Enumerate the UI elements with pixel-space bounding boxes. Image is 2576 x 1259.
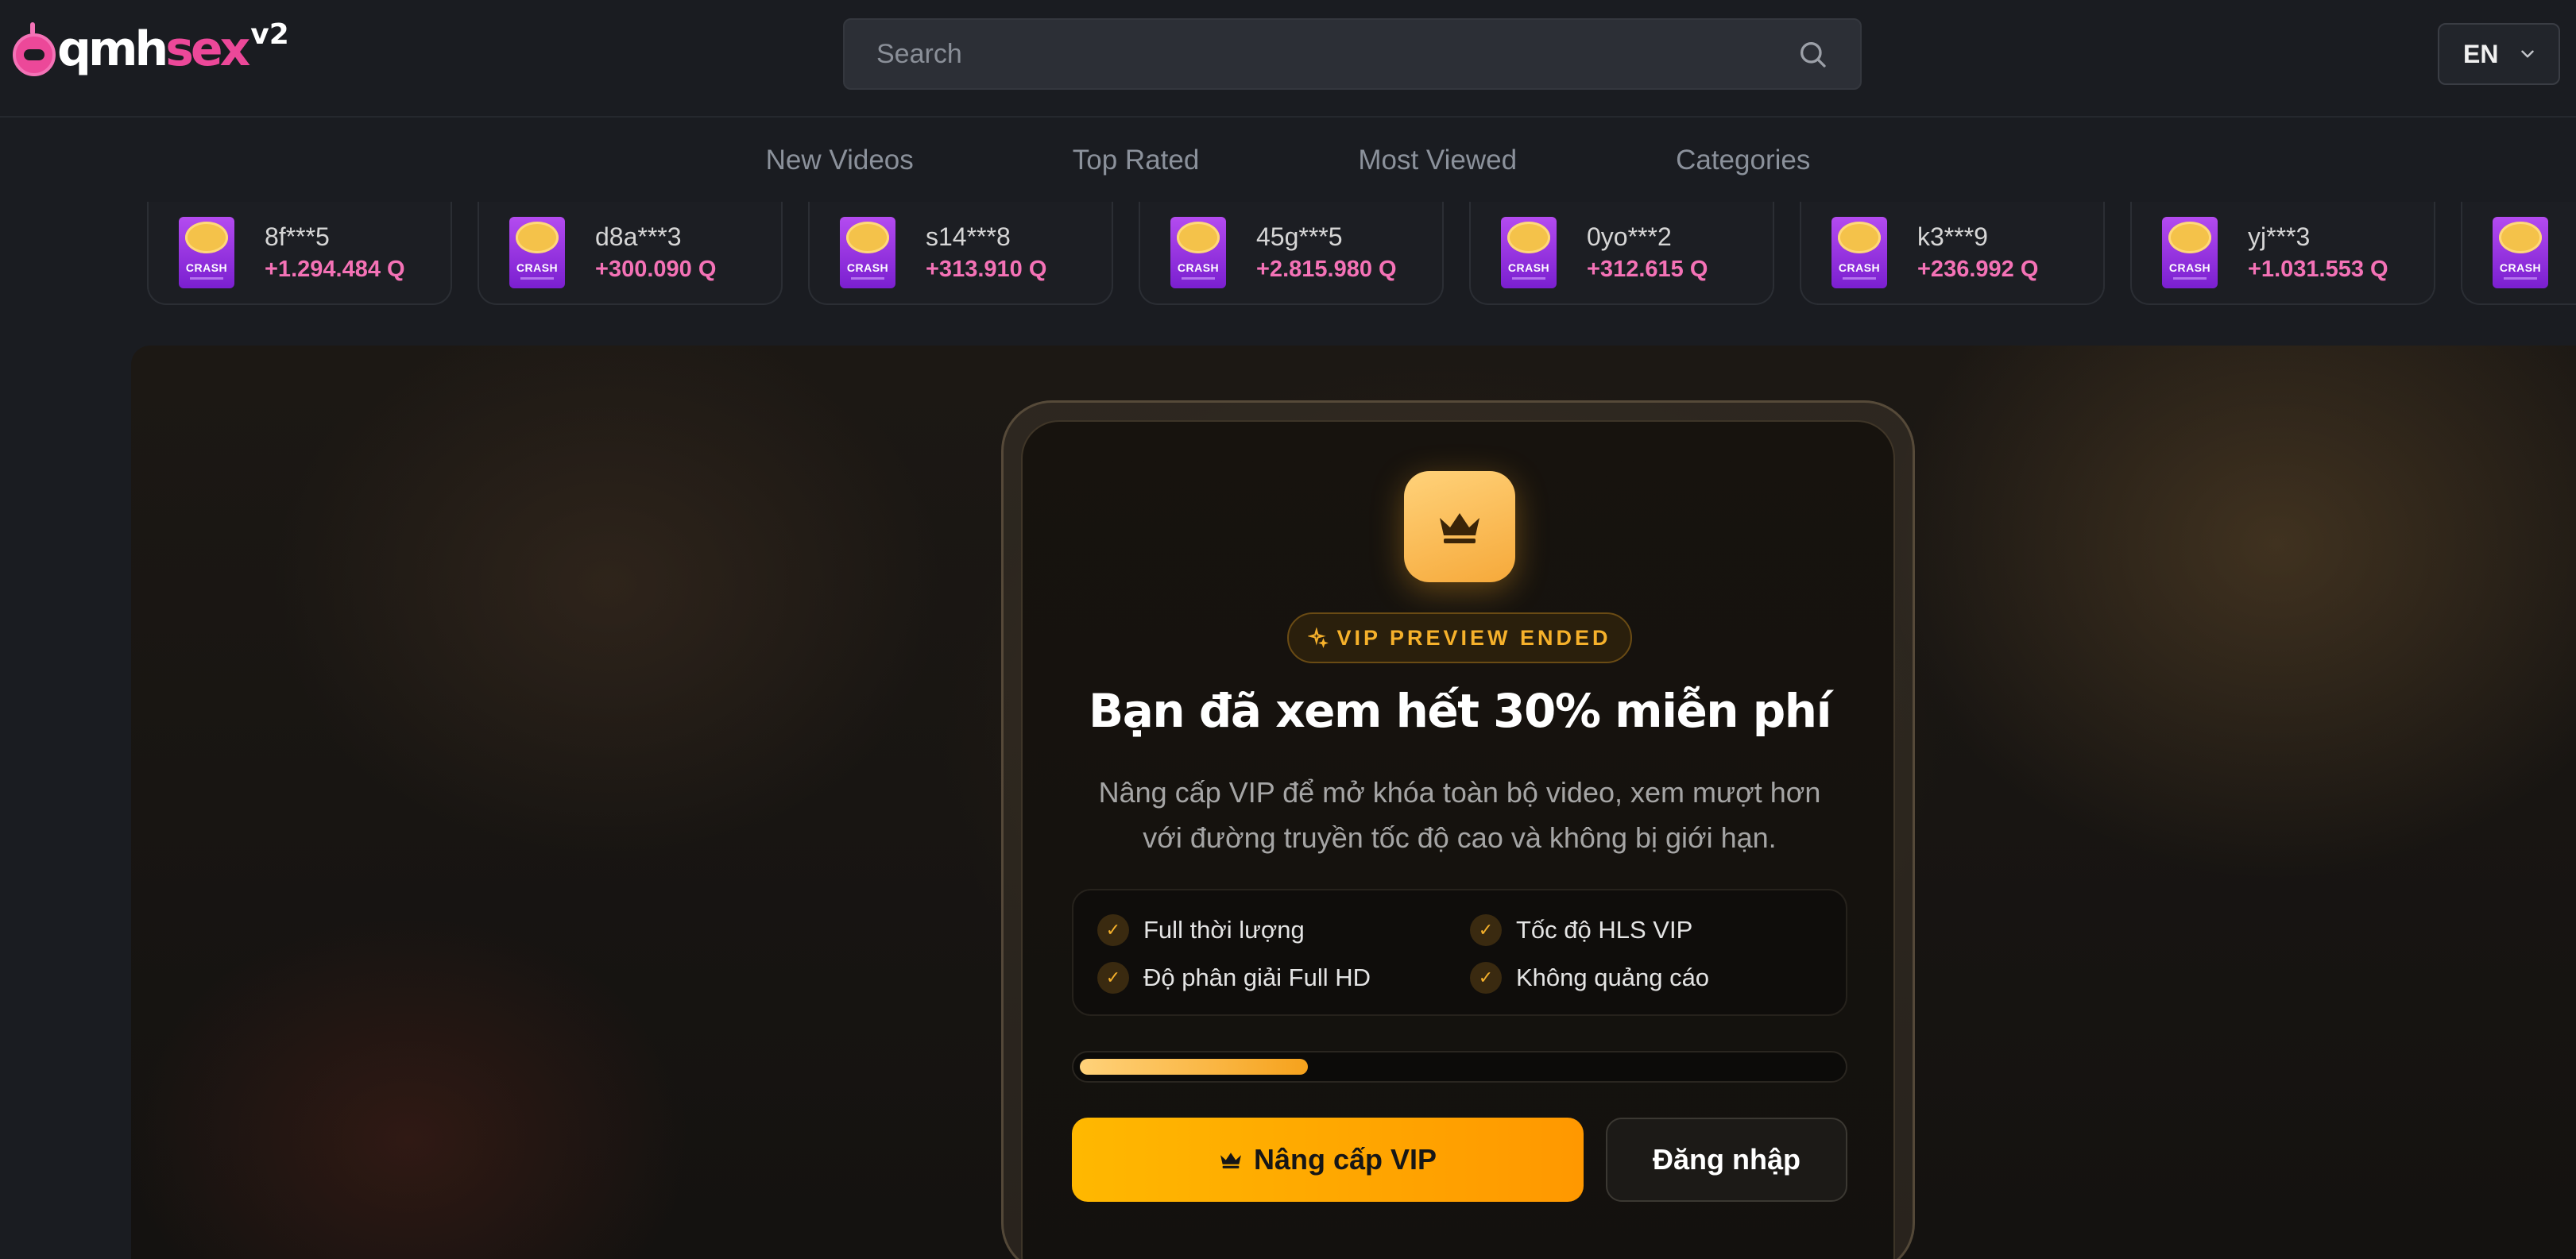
ticker-item[interactable]: CRASH yj***3 +1.031.553 Q [2130,202,2435,305]
ticker-user: 45g***5 [1256,222,1343,251]
ticker-amount: +313.910 Q [926,257,1047,282]
check-icon: ✓ [1470,914,1502,946]
feature-label: Không quảng cáo [1516,964,1710,991]
crash-game-thumbnail: CRASH [179,217,234,288]
nav-new-videos[interactable]: New Videos [766,145,914,176]
logo-text-main: qmh [57,21,168,77]
crash-game-thumbnail: CRASH [509,217,565,288]
ticker-item[interactable]: CRASH d8a***3 +300.090 Q [478,202,783,305]
game-label: CRASH [1838,261,1881,274]
vip-paywall-card: VIP PREVIEW ENDED Bạn đã xem hết 30% miễ… [1021,420,1895,1259]
vip-paywall-overlay: VIP PREVIEW ENDED Bạn đã xem hết 30% miễ… [1001,400,1915,1259]
upgrade-vip-button[interactable]: Nâng cấp VIP [1072,1118,1584,1202]
ticker-user: 8f***5 [265,222,330,251]
nav-categories[interactable]: Categories [1676,145,1810,176]
ticker-item[interactable]: CRASH k3***9 +236.992 Q [1800,202,2105,305]
description-line-1: Nâng cấp VIP để mở khóa toàn bộ video, x… [1098,776,1821,809]
ticker-item[interactable]: CRASH 0yo***2 +312.615 Q [1469,202,1774,305]
check-icon: ✓ [1097,962,1129,994]
ticker-item[interactable]: CRASH [2461,202,2576,305]
paywall-title: Bạn đã xem hết 30% miễn phí [1089,684,1831,738]
feature-item: ✓ Full thời lượng [1097,914,1305,946]
feature-item: ✓ Không quảng cáo [1470,962,1709,994]
crash-game-thumbnail: CRASH [840,217,895,288]
paywall-description: Nâng cấp VIP để mở khóa toàn bộ video, x… [1078,770,1841,860]
crown-icon [1220,1153,1241,1168]
ticker-item[interactable]: CRASH 8f***5 +1.294.484 Q [147,202,452,305]
preview-progress-fill [1080,1059,1308,1075]
crash-game-thumbnail: CRASH [1831,217,1887,288]
site-header: qmh sex v2 EN [0,0,2576,118]
badge-label: VIP PREVIEW ENDED [1336,625,1611,650]
login-button[interactable]: Đăng nhập [1606,1118,1847,1202]
logo-text-accent: sex [165,21,250,77]
ticker-user: 0yo***2 [1587,222,1672,251]
sparkle-icon [1308,628,1329,648]
check-icon: ✓ [1470,962,1502,994]
ticker-user: d8a***3 [595,222,682,251]
ticker-item[interactable]: CRASH s14***8 +313.910 Q [808,202,1113,305]
ticker-user: k3***9 [1917,222,1988,251]
chevron-down-icon [2521,50,2534,58]
game-label: CRASH [846,261,889,274]
language-selector[interactable]: EN [2438,23,2560,85]
main-nav: New Videos Top Rated Most Viewed Categor… [0,119,2576,202]
game-label: CRASH [2168,261,2211,274]
ticker-amount: +1.294.484 Q [265,257,405,282]
nav-top-rated[interactable]: Top Rated [1073,145,1200,176]
ticker-amount: +312.615 Q [1587,257,1708,282]
language-label: EN [2463,39,2499,68]
game-label: CRASH [516,261,559,274]
nav-most-viewed[interactable]: Most Viewed [1358,145,1517,176]
game-label: CRASH [1177,261,1220,274]
description-line-2: với đường truyền tốc độ cao và không bị … [1143,821,1777,854]
logo-version: v2 [250,18,289,51]
feature-item: ✓ Độ phân giải Full HD [1097,962,1371,994]
logo-wordmark: qmh sex [57,17,250,81]
preview-progress-bar [1072,1051,1847,1083]
upgrade-vip-label: Nâng cấp VIP [1253,1143,1437,1176]
vip-preview-badge: VIP PREVIEW ENDED [1287,612,1632,663]
game-label: CRASH [185,261,228,274]
ticker-user: s14***8 [926,222,1011,251]
game-label: CRASH [1507,261,1550,274]
mascot-icon [13,22,56,76]
feature-label: Độ phân giải Full HD [1143,964,1371,991]
feature-label: Tốc độ HLS VIP [1516,916,1693,944]
site-logo[interactable]: qmh sex v2 [13,17,289,81]
crash-game-thumbnail: CRASH [1501,217,1557,288]
winner-ticker: CRASH 8f***5 +1.294.484 Q CRASH d8a***3 +3… [0,202,2576,305]
game-label: CRASH [2499,261,2542,274]
search-input[interactable] [876,38,1797,70]
check-icon: ✓ [1097,914,1129,946]
ticker-amount: +1.031.553 Q [2248,257,2388,282]
crash-game-thumbnail: CRASH [2493,217,2548,288]
ticker-amount: +2.815.980 Q [1256,257,1397,282]
ticker-amount: +236.992 Q [1917,257,2039,282]
feature-label: Full thời lượng [1143,916,1305,944]
feature-item: ✓ Tốc độ HLS VIP [1470,914,1692,946]
ticker-item[interactable]: CRASH 45g***5 +2.815.980 Q [1139,202,1444,305]
crash-game-thumbnail: CRASH [1170,217,1226,288]
vip-feature-list: ✓ Full thời lượng ✓ Tốc độ HLS VIP ✓ Độ … [1072,889,1847,1016]
ticker-user: yj***3 [2248,222,2311,251]
ticker-amount: +300.090 Q [595,257,717,282]
search-icon[interactable] [1797,38,1828,70]
crown-icon [1404,471,1515,582]
search-bar [843,18,1862,90]
crash-game-thumbnail: CRASH [2162,217,2218,288]
crown-glyph [1440,513,1479,543]
